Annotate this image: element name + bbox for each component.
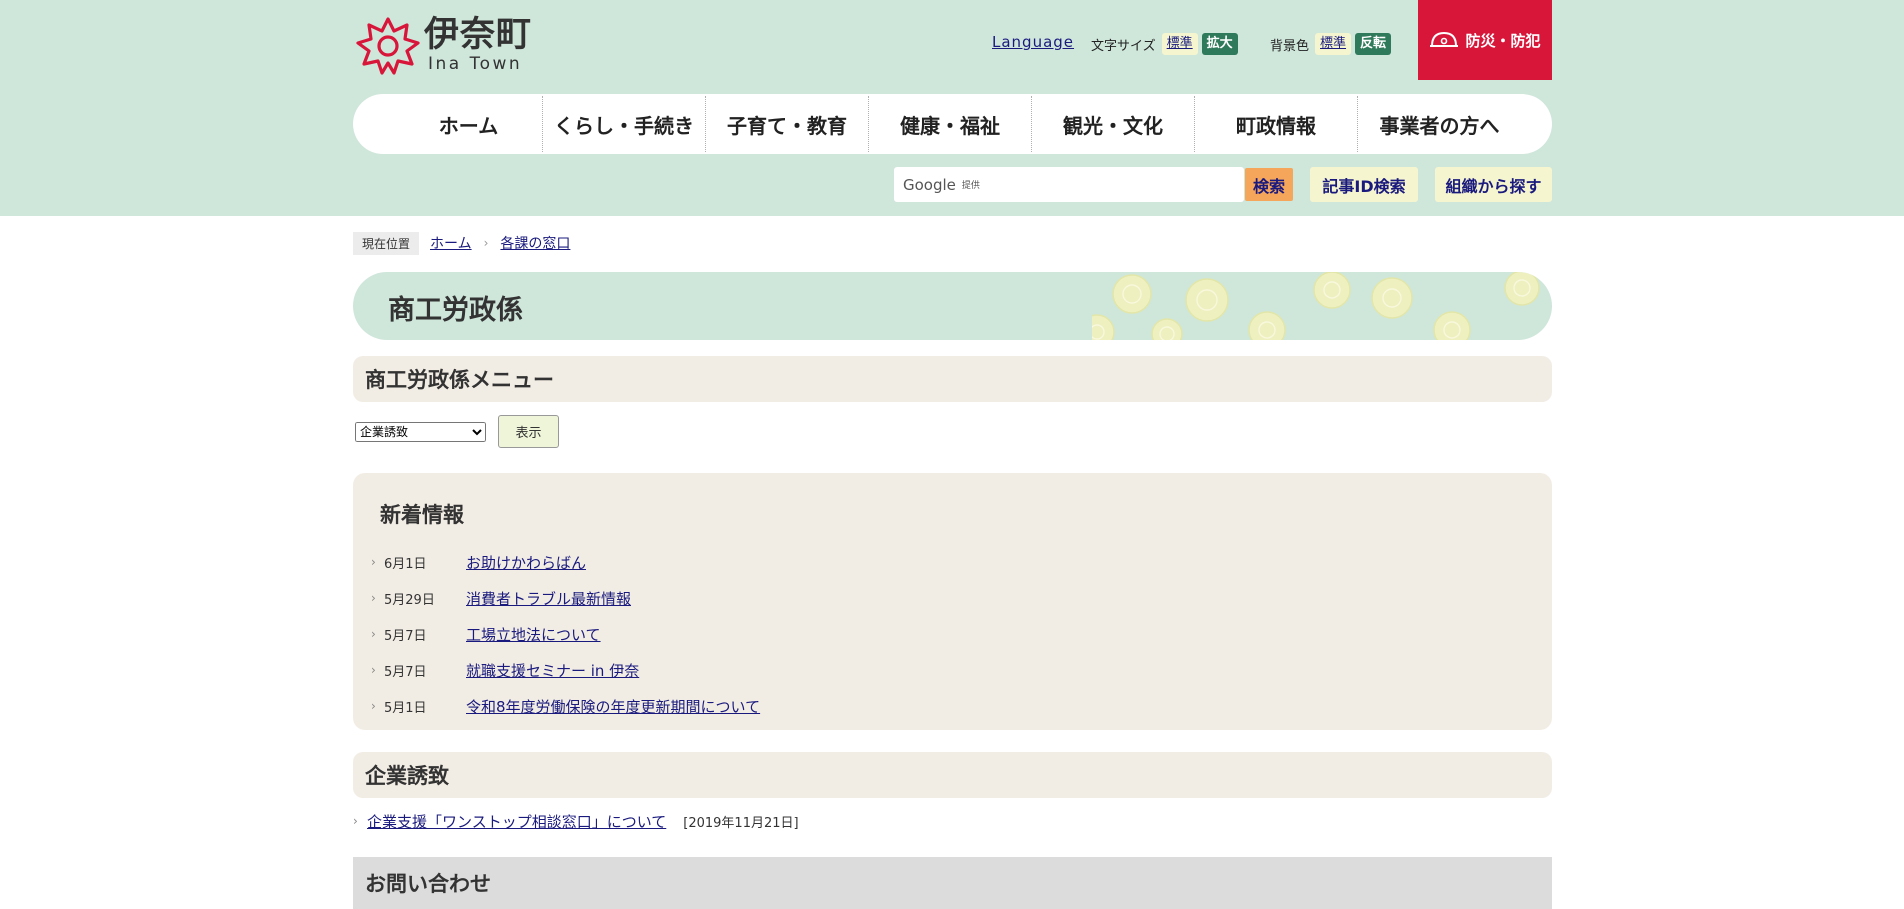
nav-item-health[interactable]: 健康・福祉 [869, 96, 1032, 152]
chevron-right-icon: › [371, 591, 376, 605]
site-logo[interactable]: 伊奈町 Ina Town [356, 14, 546, 76]
google-brand-sub: 提供 [961, 181, 980, 191]
logo-english: Ina Town [428, 54, 523, 74]
news-date: 5月7日 [384, 628, 427, 644]
section-menu-heading: 商工労政係メニュー [353, 356, 1552, 402]
chevron-right-icon: › [371, 555, 376, 569]
nav-item-home[interactable]: ホーム [395, 96, 543, 152]
nav-item-town-info[interactable]: 町政情報 [1195, 96, 1358, 152]
font-size-label: 文字サイズ [1091, 38, 1156, 54]
font-size-standard-button[interactable]: 標準 [1161, 33, 1198, 55]
chevron-right-icon: › [371, 663, 376, 677]
news-link[interactable]: 消費者トラブル最新情報 [466, 588, 631, 609]
helmet-icon [1430, 31, 1459, 47]
news-item: › 5月1日 令和8年度労働保険の年度更新期間について [371, 688, 760, 724]
page-title: 商工労政係 [388, 295, 523, 326]
news-date: 5月29日 [384, 592, 435, 608]
menu-show-button[interactable]: 表示 [498, 415, 559, 448]
news-item: › 5月7日 工場立地法について [371, 616, 760, 652]
section-kigyo-heading: 企業誘致 [353, 752, 1552, 798]
chevron-right-icon: › [371, 627, 376, 641]
news-link[interactable]: 令和8年度労働保険の年度更新期間について [466, 696, 760, 717]
org-search-button[interactable]: 組織から探す [1435, 167, 1552, 202]
language-link[interactable]: Language [992, 33, 1074, 51]
news-date: 5月1日 [384, 700, 427, 716]
bg-color-switcher: 背景色 標準 反転 [1270, 32, 1395, 56]
town-emblem-icon [356, 17, 420, 75]
news-date: 5月7日 [384, 664, 427, 680]
news-item: › 6月1日 お助けかわらばん [371, 544, 760, 580]
news-list: › 6月1日 お助けかわらばん › 5月29日 消費者トラブル最新情報 › 5月… [371, 544, 760, 724]
font-size-large-button[interactable]: 拡大 [1201, 33, 1238, 55]
bg-color-standard-button[interactable]: 標準 [1315, 33, 1352, 55]
breadcrumb: 現在位置 ホーム › 各課の窓口 [353, 231, 570, 255]
nav-item-life[interactable]: くらし・手続き [543, 96, 706, 152]
font-size-switcher: 文字サイズ 標準 拡大 [1091, 32, 1242, 56]
search-button[interactable]: 検索 [1245, 168, 1293, 201]
menu-select[interactable]: 企業誘致 [355, 422, 486, 442]
nav-item-childcare[interactable]: 子育て・教育 [706, 96, 869, 152]
bg-color-invert-button[interactable]: 反転 [1355, 33, 1392, 55]
search-input[interactable] [979, 167, 1244, 202]
news-item: › 5月29日 消費者トラブル最新情報 [371, 580, 760, 616]
breadcrumb-label: 現在位置 [353, 231, 420, 255]
chevron-right-icon: › [483, 236, 489, 250]
news-date: 6月1日 [384, 556, 427, 572]
chevron-right-icon: › [353, 814, 358, 828]
breadcrumb-home-link[interactable]: ホーム [430, 233, 472, 253]
news-panel: 新着情報 › 6月1日 お助けかわらばん › 5月29日 消費者トラブル最新情報… [353, 473, 1552, 730]
article-id-search-button[interactable]: 記事ID検索 [1310, 167, 1418, 202]
breadcrumb-section-link[interactable]: 各課の窓口 [500, 233, 570, 253]
kigyo-article-date: [2019年11月21日] [683, 815, 799, 831]
page-title-band: 商工労政係 [353, 272, 1552, 340]
section-contact-heading: お問い合わせ [353, 857, 1552, 909]
bg-color-label: 背景色 [1270, 38, 1310, 54]
news-heading: 新着情報 [380, 503, 464, 527]
news-link[interactable]: 就職支援セミナー in 伊奈 [466, 660, 639, 681]
news-link[interactable]: お助けかわらばん [466, 552, 586, 573]
disaster-prevention-button[interactable]: 防災・防犯 [1418, 0, 1552, 80]
rose-pattern-decoration [1092, 272, 1552, 340]
nav-item-business[interactable]: 事業者の方へ [1358, 96, 1521, 152]
news-item: › 5月7日 就職支援セミナー in 伊奈 [371, 652, 760, 688]
google-brand: Google [903, 175, 956, 194]
news-link[interactable]: 工場立地法について [466, 624, 601, 645]
nav-item-tourism[interactable]: 観光・文化 [1032, 96, 1195, 152]
kigyo-article-link[interactable]: 企業支援「ワンストップ相談窓口」について [367, 811, 666, 832]
site-header: 伊奈町 Ina Town Language 文字サイズ 標準 拡大 背景色 標準… [0, 0, 1904, 216]
chevron-right-icon: › [371, 699, 376, 713]
disaster-prevention-label: 防災・防犯 [1465, 31, 1541, 50]
list-item: › 企業支援「ワンストップ相談窓口」について [2019年11月21日] [353, 810, 799, 832]
global-nav: ホーム くらし・手続き 子育て・教育 健康・福祉 観光・文化 町政情報 事業者の… [353, 94, 1552, 154]
site-search-box: Google 提供 [894, 167, 1244, 202]
logo-japanese: 伊奈町 [424, 15, 533, 55]
